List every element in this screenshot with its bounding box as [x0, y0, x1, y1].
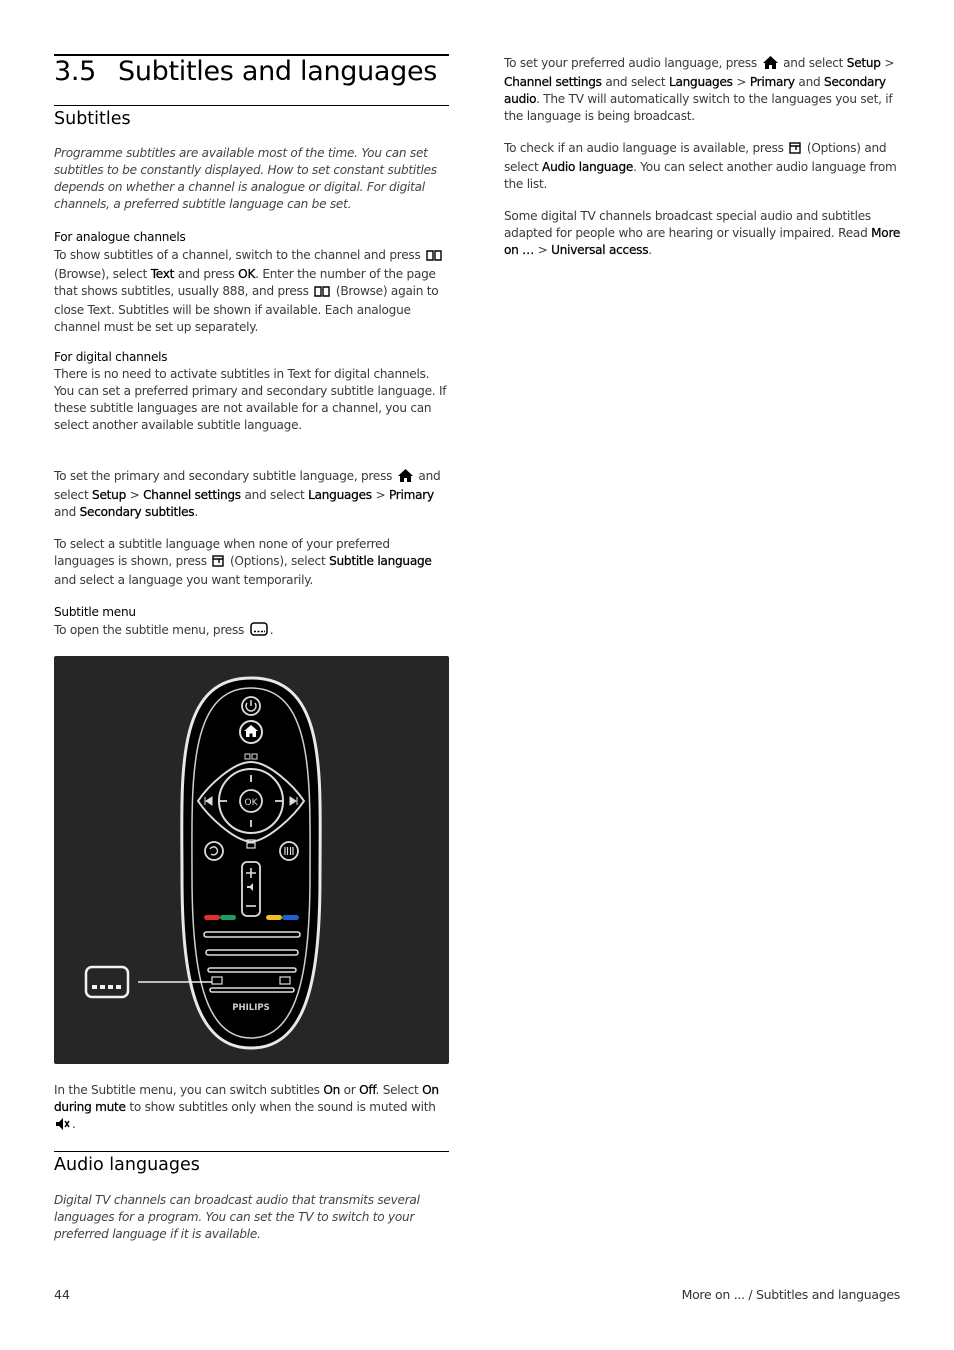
footer-breadcrumb: More on ... / Subtitles and languages	[681, 1287, 901, 1302]
set-subtitle-language-text: To set the primary and secondary subtitl…	[54, 469, 441, 519]
subtitles-intro: Programme subtitles are available most o…	[54, 146, 437, 211]
red-key	[204, 915, 220, 920]
section-number: 3.5	[54, 56, 97, 87]
audio-rule	[54, 1151, 449, 1152]
mute-icon	[56, 1118, 70, 1135]
audio-heading: Audio languages	[54, 1155, 200, 1175]
yellow-key	[266, 915, 282, 920]
subtitles-heading: Subtitles	[54, 109, 131, 129]
audio-set-preferred-text: To set your preferred audio language, pr…	[504, 56, 895, 123]
text: To show subtitles of a channel, switch t…	[54, 248, 421, 262]
universal-access-link[interactable]: Universal access	[551, 243, 649, 257]
subtitles-rule	[54, 105, 449, 106]
key-ok: OK	[238, 267, 256, 281]
browse-icon	[314, 285, 330, 302]
subtitle-icon	[249, 622, 268, 641]
home-icon	[762, 56, 778, 74]
page-number: 44	[54, 1287, 70, 1302]
digital-text: There is no need to activate subtitles i…	[54, 367, 447, 432]
section-title: Subtitles and languages	[118, 56, 438, 87]
ok-label: OK	[245, 798, 259, 808]
subtitle-menu-text: To open the subtitle menu, press .	[54, 622, 452, 641]
remote-control-figure: OK PHILIPS	[54, 656, 449, 1064]
analogue-heading: For analogue channels	[54, 230, 186, 244]
remote-control-illustration: OK PHILIPS	[84, 676, 322, 1050]
text: (Browse), select	[54, 267, 148, 281]
audio-intro: Digital TV channels can broadcast audio …	[54, 1193, 420, 1241]
browse-icon	[426, 249, 442, 266]
green-key	[220, 915, 236, 920]
digital-heading: For digital channels	[54, 350, 168, 364]
subtitle-menu-heading: Subtitle menu	[54, 605, 136, 619]
options-icon	[789, 142, 801, 159]
blue-key	[282, 915, 299, 920]
options-icon	[212, 555, 225, 572]
page-title: 3.5 Subtitles and languages	[54, 56, 437, 87]
subtitle-callout-icon	[84, 965, 130, 999]
home-icon	[397, 469, 413, 487]
audio-check-text: To check if an audio language is availab…	[504, 141, 897, 191]
text: and press	[177, 267, 235, 281]
brand-label: PHILIPS	[232, 1003, 269, 1013]
menu-term-text: Text	[150, 267, 175, 281]
select-temp-language-text: To select a subtitle language when none …	[54, 537, 432, 587]
audio-special-text: Some digital TV channels broadcast speci…	[504, 209, 901, 257]
subtitle-menu-info-text: In the Subtitle menu, you can switch sub…	[54, 1082, 452, 1135]
analogue-text: To show subtitles of a channel, switch t…	[54, 247, 452, 336]
